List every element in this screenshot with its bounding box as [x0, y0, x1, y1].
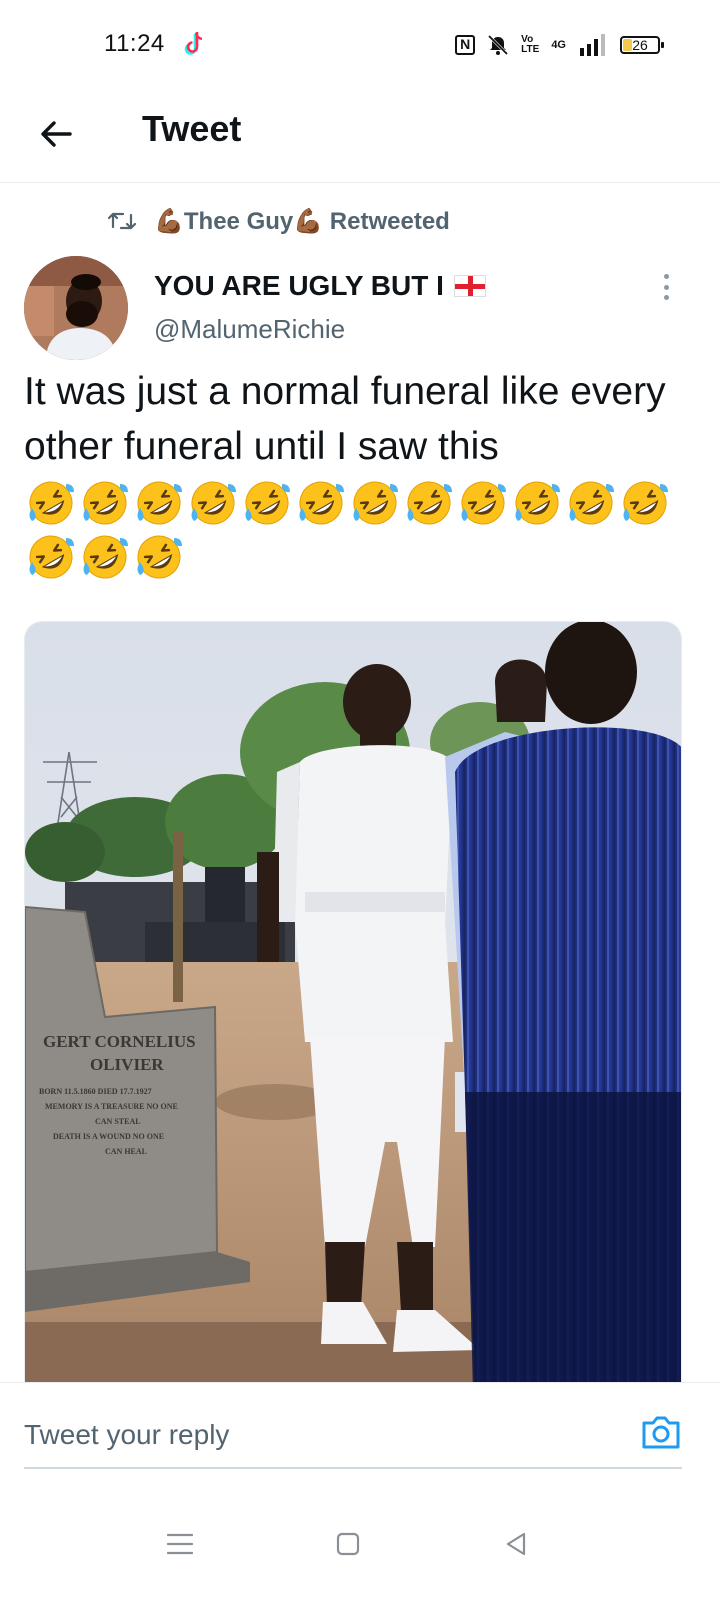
- author-name[interactable]: YOU ARE UGLY BUT I: [154, 270, 486, 302]
- status-bar: 11:24 N Vo LTE 4G 26: [0, 0, 720, 90]
- england-flag-icon: [453, 275, 486, 297]
- retweet-icon: [108, 212, 136, 230]
- rolling-on-the-floor-laughing-icon: [299, 481, 344, 525]
- rolling-on-the-floor-laughing-icon: [461, 481, 506, 525]
- bell-muted-icon: [488, 34, 509, 56]
- emoji-row: [26, 532, 706, 586]
- rolling-on-the-floor-laughing-icon: [83, 535, 128, 579]
- nfc-icon: N: [455, 35, 476, 55]
- author-name-text: YOU ARE UGLY BUT I: [154, 270, 444, 301]
- volte-icon: Vo LTE: [521, 34, 540, 55]
- system-nav-bar: [0, 1490, 720, 1600]
- more-vertical-icon[interactable]: [652, 270, 680, 304]
- headstone-line6: DEATH IS A WOUND NO ONE: [53, 1132, 164, 1141]
- rolling-on-the-floor-laughing-icon: [137, 481, 182, 525]
- signal-icon: [580, 34, 605, 56]
- rolling-on-the-floor-laughing-icon: [245, 481, 290, 525]
- rolling-on-the-floor-laughing-icon: [623, 481, 668, 525]
- rolling-on-the-floor-laughing-icon: [29, 481, 74, 525]
- reply-placeholder: Tweet your reply: [24, 1419, 230, 1450]
- author-handle[interactable]: @MalumeRichie: [154, 314, 345, 345]
- top-app-bar: Tweet: [0, 90, 720, 183]
- rolling-on-the-floor-laughing-icon: [191, 481, 236, 525]
- tweet-photo[interactable]: GERT CORNELIUS OLIVIER BORN 11.5.1860 DI…: [24, 621, 682, 1391]
- avatar-photo: [24, 256, 128, 360]
- rolling-on-the-floor-laughing-icon: [515, 481, 560, 525]
- headstone-line2: OLIVIER: [90, 1055, 164, 1074]
- tweet-text: It was just a normal funeral like every …: [24, 370, 666, 468]
- rolling-on-the-floor-laughing-icon: [407, 481, 452, 525]
- rolling-on-the-floor-laughing-icon: [83, 481, 128, 525]
- headstone-line1: GERT CORNELIUS: [43, 1032, 196, 1051]
- rolling-on-the-floor-laughing-icon: [353, 481, 398, 525]
- square-home-icon[interactable]: [332, 1528, 364, 1560]
- avatar[interactable]: [24, 256, 128, 360]
- headstone-line3: BORN 11.5.1860 DIED 17.7.1927: [39, 1087, 152, 1096]
- battery-level: 26: [632, 37, 648, 53]
- emoji-row: [26, 478, 706, 532]
- headstone-line7: CAN HEAL: [105, 1147, 147, 1156]
- status-icons: N Vo LTE 4G 26: [455, 32, 664, 58]
- funeral-photo: GERT CORNELIUS OLIVIER BORN 11.5.1860 DI…: [25, 622, 681, 1391]
- reply-input[interactable]: Tweet your reply: [24, 1399, 682, 1469]
- headstone-line5: CAN STEAL: [95, 1117, 141, 1126]
- tiktok-icon: [184, 32, 203, 55]
- network-type: 4G: [551, 39, 566, 51]
- rolling-on-the-floor-laughing-icon: [569, 481, 614, 525]
- retweeted-by-label: 💪🏾Thee Guy💪🏾 Retweeted: [154, 207, 450, 235]
- headstone-line4: MEMORY IS A TREASURE NO ONE: [45, 1102, 178, 1111]
- menu-icon[interactable]: [164, 1528, 196, 1560]
- arrow-left-icon[interactable]: [36, 114, 76, 154]
- battery-icon: 26: [620, 36, 664, 54]
- triangle-back-icon[interactable]: [500, 1528, 532, 1560]
- reply-bar: Tweet your reply: [0, 1382, 720, 1491]
- retweet-context[interactable]: 💪🏾Thee Guy💪🏾 Retweeted: [108, 204, 450, 238]
- page-title: Tweet: [142, 108, 242, 149]
- status-time: 11:24: [104, 30, 165, 57]
- camera-icon[interactable]: [640, 1413, 682, 1451]
- rolling-on-the-floor-laughing-icon: [29, 535, 74, 579]
- rolling-on-the-floor-laughing-icon: [137, 535, 182, 579]
